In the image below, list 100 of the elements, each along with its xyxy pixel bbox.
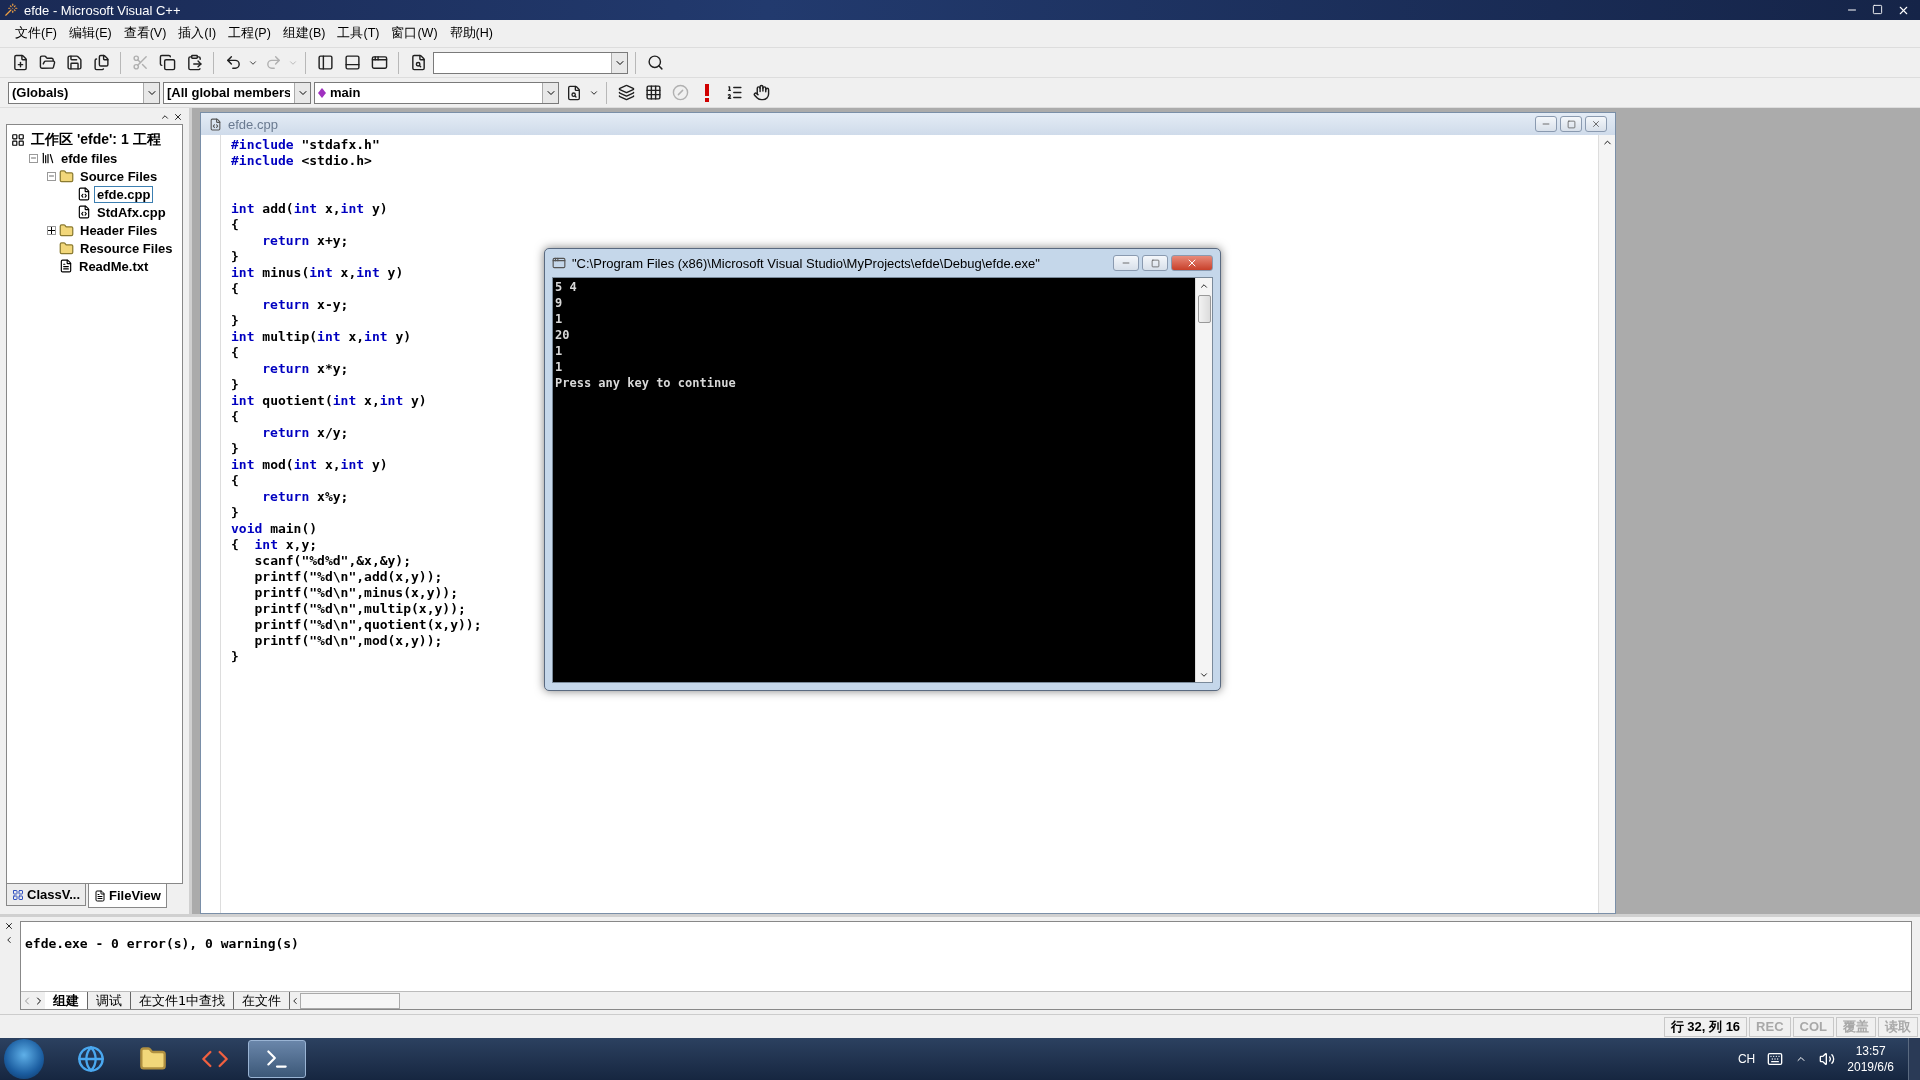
text-file-icon [59,259,73,273]
code-line: { [231,217,239,233]
expand-icon[interactable] [47,225,56,235]
status-indicator: REC [1749,1016,1791,1037]
output-tab[interactable]: 组建 [45,992,88,1009]
tree-item[interactable]: Resource Files [77,239,176,257]
code-line: printf("%d\n",quotient(x,y)); [253,617,482,633]
code-line: { [231,473,239,489]
code-line: { [231,409,239,425]
code-line: return x%y; [261,489,349,505]
editor-title: efde.cpp [228,116,278,132]
tree-item[interactable]: StdAfx.cpp [94,203,169,221]
code-line: } [231,313,239,329]
code-line: { int x,y; [231,537,318,553]
tree-item[interactable]: efde.cpp [94,185,154,203]
code-line: int minus(int x,int y) [231,265,404,281]
code-line: #include "stdafx.h" [231,137,380,153]
output-line: efde.exe - 0 error(s), 0 warning(s) [25,936,299,951]
menu-item[interactable]: 帮助(H) [444,23,498,44]
code-line: scanf("%d%d",&x,&y); [253,553,411,569]
start-button[interactable] [4,1039,44,1079]
close-icon[interactable] [4,921,14,931]
folder-icon [59,240,74,256]
scroll-thumb[interactable] [1197,295,1211,323]
code-line: { [231,281,239,297]
menu-item[interactable]: 组建(B) [277,23,331,44]
scrollbar[interactable] [300,992,401,1009]
workspace-icon [11,133,25,147]
tree-item[interactable]: ReadMe.txt [76,257,152,275]
collapse-icon[interactable] [29,153,38,163]
status-indicator: 读取 [1878,1016,1918,1037]
code-line: return x*y; [261,361,349,377]
file-icon[interactable] [94,889,106,902]
window-title: efde - Microsoft Visual C++ [24,2,181,18]
collapse-icon[interactable] [47,171,56,181]
taskbar-app[interactable] [248,1040,306,1078]
code-line: } [231,441,239,457]
code-line: } [231,505,239,521]
code-line: int add(int x,int y) [231,201,388,217]
code-line: } [231,377,239,393]
source-file-icon [77,205,91,219]
code-line: int mod(int x,int y) [231,457,388,473]
minimize-button[interactable] [1535,116,1557,132]
console-line: 1 [555,312,563,328]
folder-icon[interactable] [139,1045,167,1073]
tree-item[interactable]: 工作区 'efde': 1 工程 [28,130,164,150]
status-indicator: COL [1792,1016,1834,1037]
code-line: printf("%d\n",mod(x,y)); [253,633,443,649]
code-line: return x/y; [261,425,349,441]
menu-item[interactable]: 文件(F) [10,23,62,44]
source-file-icon [77,187,91,201]
maximize-button[interactable] [1142,255,1168,271]
console-title: "C:\Program Files (x86)\Microsoft Visual Studio\MyProjects\efde\Debug\efde.exe" [572,255,1040,271]
scope-combo[interactable]: (Globals) [8,81,160,104]
diamond-icon [318,87,326,98]
close-button[interactable] [1171,255,1213,271]
status-indicator: 覆盖 [1836,1016,1876,1037]
code-line: printf("%d\n",multip(x,y)); [253,601,466,617]
code-line: } [231,649,239,665]
menu-item[interactable]: 查看(V) [118,23,172,44]
menu-item[interactable]: 工具(T) [332,23,385,44]
console-line: 5 4 [555,280,577,296]
project-icon [41,151,55,165]
code-line: return x-y; [261,297,349,313]
cursor-position: 行 32, 列 16 [1663,1016,1748,1037]
class-icon[interactable] [12,888,24,901]
minimize-button[interactable] [1113,255,1139,271]
code-line: #include <stdio.h> [231,153,372,169]
maximize-button[interactable] [1560,116,1582,132]
menu-item[interactable]: 窗口(W) [386,23,443,44]
tree-item[interactable]: Header Files [77,221,161,239]
view-tab[interactable]: FileView [88,884,167,908]
menu-item[interactable]: 编辑(E) [63,23,117,44]
code-line: int quotient(int x,int y) [231,393,427,409]
pin-icon[interactable] [4,935,14,945]
find-combo[interactable] [433,51,628,74]
view-tab[interactable]: ClassV... [6,884,86,906]
browser-icon[interactable] [77,1045,105,1073]
keyboard-icon[interactable] [1767,1051,1784,1067]
input-language[interactable]: CH [1737,1052,1756,1066]
console-line: 20 [555,328,570,344]
menu-item[interactable]: 工程(P) [223,23,276,44]
tree-item[interactable]: Source Files [77,167,161,185]
function-combo[interactable]: main [314,81,559,104]
volume-icon[interactable] [1819,1051,1836,1067]
code-line: int multip(int x,int y) [231,329,412,345]
menu-item[interactable]: 插入(I) [173,23,222,44]
pin-icon[interactable] [160,112,170,122]
exclamation-icon [704,83,710,102]
code-line: printf("%d\n",minus(x,y)); [253,585,458,601]
console-icon [552,256,566,270]
app-icon [4,3,18,17]
console-line: 1 [555,344,563,360]
close-button[interactable] [1585,116,1607,132]
console-line: Press any key to continue [555,376,736,392]
members-combo[interactable]: [All global members [163,81,311,104]
folder-icon [59,168,74,184]
clock[interactable]: 13:57 2019/6/6 [1847,1044,1894,1074]
tree-item[interactable]: efde files [58,149,121,167]
close-icon[interactable] [173,112,183,122]
